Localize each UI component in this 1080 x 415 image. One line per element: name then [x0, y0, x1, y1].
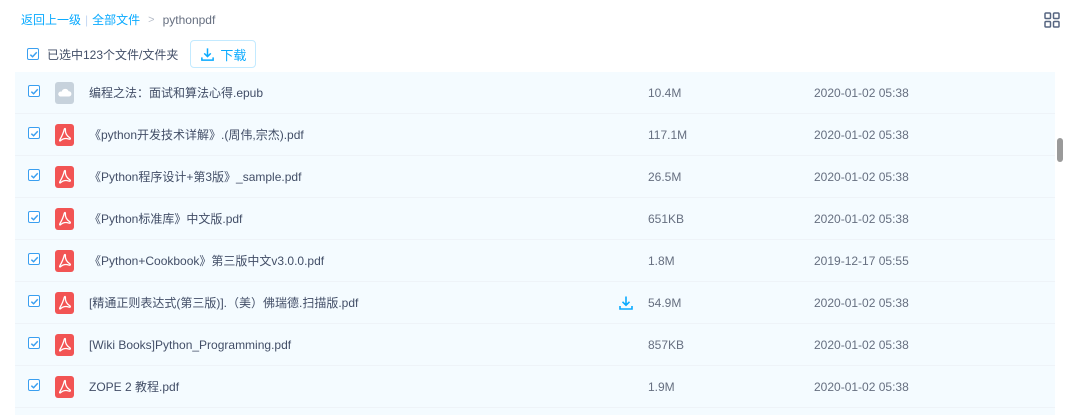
file-checkbox[interactable] — [28, 127, 40, 139]
file-size: 117.1M — [648, 128, 688, 142]
pdf-file-icon — [55, 166, 74, 188]
file-row[interactable]: [Wiki Books]Python_Programming.pdf 857KB 2… — [15, 324, 1055, 366]
file-name[interactable]: 《Python程序设计+第3版》_sample.pdf — [89, 156, 301, 198]
breadcrumb-separator: | — [85, 12, 89, 27]
file-row[interactable]: 编程之法：面试和算法心得.epub 10.4M 2020-01-02 05:38 — [15, 72, 1055, 114]
file-row[interactable]: 《python开发技术详解》.(周伟,宗杰).pdf 117.1M 2020-01-… — [15, 114, 1055, 156]
file-date: 2020-01-02 05:38 — [814, 296, 909, 310]
all-files-link[interactable]: 全部文件 — [92, 11, 140, 28]
grid-view-icon[interactable] — [1044, 12, 1060, 28]
file-checkbox[interactable] — [28, 295, 40, 307]
file-list: 编程之法：面试和算法心得.epub 10.4M 2020-01-02 05:38 《p… — [15, 72, 1055, 415]
file-size: 857KB — [648, 338, 685, 352]
file-date: 2020-01-02 05:38 — [814, 212, 909, 226]
back-link[interactable]: 返回上一级 — [21, 11, 81, 28]
file-row[interactable]: 《Python+Cookbook》第三版中文v3.0.0.pdf 1.8M 2019… — [15, 240, 1055, 282]
file-checkbox[interactable] — [28, 337, 40, 349]
file-checkbox[interactable] — [28, 379, 40, 391]
download-button[interactable]: 下载 — [190, 40, 257, 68]
file-checkbox[interactable] — [28, 253, 40, 265]
vertical-scrollbar[interactable] — [1055, 72, 1065, 415]
download-icon — [201, 47, 215, 61]
breadcrumb-arrow: > — [148, 13, 155, 26]
file-date: 2020-01-02 05:38 — [814, 338, 909, 352]
epub-file-icon — [55, 82, 74, 104]
file-size: 1.9M — [648, 380, 675, 394]
file-size: 1.8M — [648, 254, 675, 268]
pdf-file-icon — [55, 376, 74, 398]
breadcrumb: 返回上一级 | 全部文件 > pythonpdf — [21, 11, 215, 28]
file-size: 10.4M — [648, 86, 682, 100]
pdf-file-icon — [55, 292, 74, 314]
file-row[interactable]: 《Python程序设计+第3版》_sample.pdf 26.5M 2020-01-… — [15, 156, 1055, 198]
file-name[interactable]: 《Python+Cookbook》第三版中文v3.0.0.pdf — [89, 240, 324, 282]
file-name[interactable]: 《python开发技术详解》.(周伟,宗杰).pdf — [89, 114, 304, 156]
download-label: 下载 — [220, 47, 247, 63]
file-name[interactable]: [Wiki Books]Python_Programming.pdf — [89, 324, 291, 366]
scrollbar-thumb[interactable] — [1057, 138, 1063, 162]
file-date: 2020-01-02 05:38 — [814, 170, 909, 184]
pdf-file-icon — [55, 208, 74, 230]
file-date: 2020-01-02 05:38 — [814, 380, 909, 394]
pdf-file-icon — [55, 334, 74, 356]
file-checkbox[interactable] — [28, 169, 40, 181]
current-folder: pythonpdf — [162, 12, 216, 27]
file-name[interactable]: 编程之法：面试和算法心得.epub — [89, 72, 263, 114]
selection-count-label: 已选中123个文件/文件夹 — [47, 47, 179, 62]
file-name[interactable]: 《Python标准库》中文版.pdf — [89, 198, 242, 240]
file-size: 26.5M — [648, 170, 682, 184]
file-date: 2020-01-02 05:38 — [814, 86, 909, 100]
file-row[interactable]: [精通正则表达式(第三版)].（美）佛瑞德.扫描版.pdf 54.9M 2020-0… — [15, 282, 1055, 324]
file-row[interactable]: 《Python标准库》中文版.pdf 651KB 2020-01-02 05:38 — [15, 198, 1055, 240]
file-name[interactable]: ZOPE 2 教程.pdf — [89, 366, 179, 408]
file-checkbox[interactable] — [28, 211, 40, 223]
pdf-file-icon — [55, 124, 74, 146]
row-download-icon[interactable] — [618, 295, 634, 311]
pdf-file-icon — [55, 250, 74, 272]
file-name[interactable]: [精通正则表达式(第三版)].（美）佛瑞德.扫描版.pdf — [89, 282, 358, 324]
select-all-checkbox[interactable] — [27, 48, 39, 60]
file-date: 2020-01-02 05:38 — [814, 128, 909, 142]
file-date: 2019-12-17 05:55 — [814, 254, 909, 268]
file-checkbox[interactable] — [28, 85, 40, 97]
file-size: 54.9M — [648, 296, 682, 310]
file-size: 651KB — [648, 212, 685, 226]
toolbar: 已选中123个文件/文件夹 下载 — [27, 38, 257, 70]
file-row[interactable]: ZOPE 2 教程.pdf 1.9M 2020-01-02 05:38 — [15, 366, 1055, 408]
